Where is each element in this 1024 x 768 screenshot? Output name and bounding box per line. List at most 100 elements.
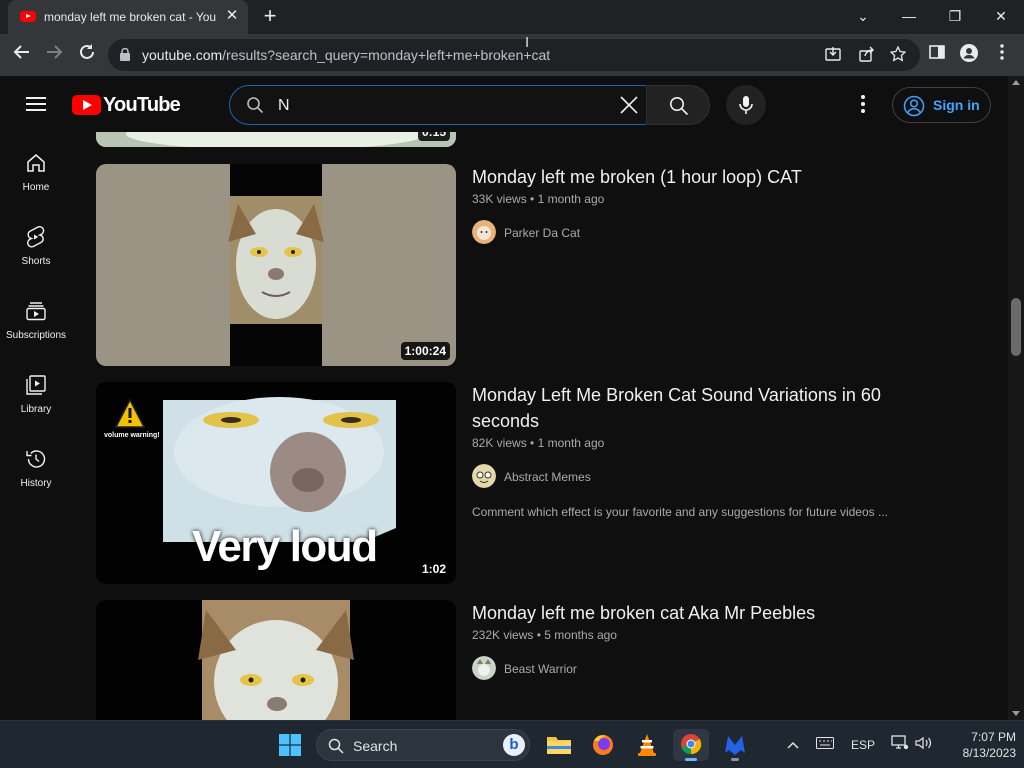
browser-tab[interactable]: monday left me broken cat - You ✕	[8, 0, 248, 34]
voice-search-button[interactable]	[726, 85, 766, 125]
network-icon[interactable]	[890, 735, 910, 755]
address-bar[interactable]: youtube.com/results?search_query=monday+…	[108, 39, 920, 71]
search-box[interactable]	[229, 85, 647, 125]
clear-search-icon[interactable]	[618, 94, 640, 116]
video-thumbnail[interactable]	[96, 600, 456, 720]
history-icon	[26, 450, 46, 468]
minimize-button[interactable]: —	[896, 5, 922, 29]
bing-icon[interactable]: b	[503, 734, 525, 756]
show-hidden-icons-icon[interactable]	[783, 735, 803, 755]
install-app-icon[interactable]	[824, 46, 842, 64]
meta-separator: •	[536, 628, 541, 642]
active-app-indicator	[685, 758, 697, 761]
bookmark-star-icon[interactable]	[889, 45, 907, 64]
back-button[interactable]	[10, 43, 34, 67]
text-cursor: I	[525, 34, 530, 51]
video-thumbnail[interactable]: 1:00:24	[96, 164, 456, 366]
channel-name: Beast Warrior	[504, 662, 577, 676]
video-title-link[interactable]: Monday left me broken (1 hour loop) CAT	[472, 164, 912, 190]
meta-separator: •	[530, 436, 535, 450]
restore-button[interactable]: ❐	[942, 5, 968, 29]
clock-time: 7:07 PM	[971, 730, 1016, 744]
tab-title: monday left me broken cat - You	[44, 10, 217, 24]
malwarebytes-app[interactable]	[717, 729, 753, 761]
tab-close-icon[interactable]: ✕	[224, 8, 240, 24]
back-arrow-icon	[13, 45, 29, 59]
browser-menu-icon[interactable]	[991, 44, 1013, 66]
sidebar-item-home[interactable]: Home	[0, 132, 72, 206]
file-explorer-app[interactable]	[541, 729, 577, 761]
reload-button[interactable]	[75, 43, 99, 67]
youtube-wordmark: YouTube	[103, 94, 181, 116]
guide-menu-icon[interactable]	[26, 97, 46, 111]
view-count: 82K views	[472, 436, 527, 450]
sidebar-item-label: Library	[20, 404, 52, 415]
mini-guide-sidebar: Home Shorts Subscriptions Library Histor…	[0, 132, 72, 720]
sidebar-item-history[interactable]: History	[0, 428, 72, 502]
duration-badge: 1:02	[417, 560, 450, 578]
video-title-link[interactable]: Monday Left Me Broken Cat Sound Variatio…	[472, 382, 912, 434]
windows-taskbar: Search b ESP 7:07 PM 8/13/2023	[0, 720, 1024, 768]
profile-icon[interactable]	[958, 44, 980, 66]
published-time: 1 month ago	[537, 436, 605, 450]
meta-separator: •	[530, 192, 535, 206]
lock-icon	[120, 48, 130, 61]
system-clock[interactable]: 7:07 PM 8/13/2023	[940, 729, 1016, 761]
search-input[interactable]	[278, 95, 608, 117]
video-metadata: 232K views • 5 months ago	[472, 628, 617, 642]
url-text: youtube.com/results?search_query=monday+…	[142, 47, 551, 63]
youtube-header: YouTube Sign in	[0, 76, 1008, 132]
search-button[interactable]	[646, 85, 710, 125]
settings-menu-icon[interactable]	[853, 94, 873, 114]
scroll-down-arrow-icon[interactable]	[1012, 711, 1020, 716]
vlc-cone-icon	[638, 734, 656, 756]
keyboard-icon[interactable]	[815, 735, 835, 755]
chrome-app[interactable]	[673, 729, 709, 761]
folder-icon	[547, 737, 571, 754]
windows-start-icon[interactable]	[279, 734, 301, 756]
thumbnail-image	[96, 132, 456, 147]
firefox-icon	[593, 735, 613, 755]
scrollbar-thumb[interactable]	[1011, 298, 1021, 356]
sidebar-item-label: Home	[22, 182, 50, 193]
video-thumbnail[interactable]: volume warning! Very loud 1:02	[96, 382, 456, 584]
page-scrollbar[interactable]	[1008, 76, 1024, 720]
taskbar-search-label: Search	[353, 738, 398, 754]
shorts-icon	[27, 226, 45, 248]
reload-icon	[80, 44, 94, 59]
sidebar-item-subscriptions[interactable]: Subscriptions	[0, 280, 72, 354]
sidebar-item-library[interactable]: Library	[0, 354, 72, 428]
forward-button[interactable]	[42, 43, 66, 67]
sidebar-item-label: Shorts	[21, 256, 51, 267]
sidebar-item-label: Subscriptions	[5, 330, 67, 341]
view-count: 232K views	[472, 628, 534, 642]
sidebar-item-label: History	[20, 478, 52, 489]
sign-in-button[interactable]: Sign in	[892, 87, 991, 123]
close-window-button[interactable]: ✕	[988, 5, 1014, 29]
search-icon	[328, 738, 344, 754]
browser-toolbar: youtube.com/results?search_query=monday+…	[0, 34, 1024, 76]
side-panel-icon[interactable]	[926, 44, 948, 66]
video-title-link[interactable]: Monday left me broken cat Aka Mr Peebles	[472, 600, 912, 626]
published-time: 1 month ago	[537, 192, 605, 206]
duration-badge: 1:00:24	[400, 342, 450, 360]
volume-icon[interactable]	[914, 735, 934, 755]
thumbnail-warning-text: volume warning!	[104, 432, 160, 439]
vlc-app[interactable]	[629, 729, 665, 761]
sidebar-item-shorts[interactable]: Shorts	[0, 206, 72, 280]
share-icon[interactable]	[858, 46, 876, 64]
tab-search-button[interactable]: ⌄	[850, 5, 876, 29]
home-icon	[27, 154, 45, 172]
firefox-app[interactable]	[585, 729, 621, 761]
channel-name: Abstract Memes	[504, 470, 591, 484]
video-metadata: 33K views • 1 month ago	[472, 192, 604, 206]
youtube-play-icon	[72, 95, 101, 115]
thumbnail-overlay-text: Very loud	[192, 522, 378, 571]
youtube-favicon-icon	[20, 11, 36, 22]
taskbar-search-box[interactable]: Search b	[316, 729, 530, 761]
search-icon	[670, 97, 689, 116]
new-tab-button[interactable]: +	[258, 5, 282, 29]
scroll-up-arrow-icon[interactable]	[1012, 80, 1020, 85]
video-thumbnail[interactable]: 0:15	[96, 132, 456, 147]
language-indicator[interactable]: ESP	[850, 735, 876, 755]
